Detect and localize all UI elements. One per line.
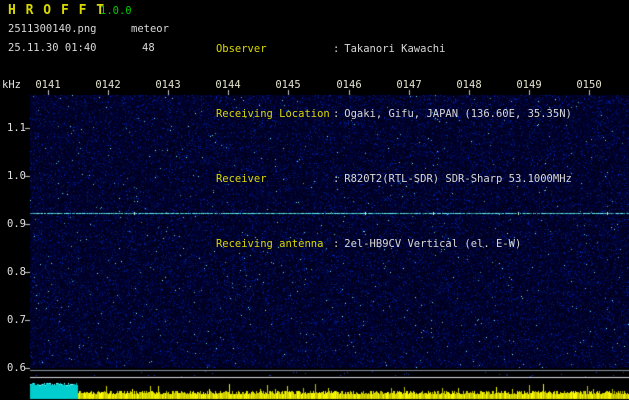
freq-label: 0.9 (7, 218, 26, 230)
hrofft-screen: H R O F F T 1.0.0 2511300140.png meteor … (0, 0, 629, 400)
output-filename: 2511300140.png (8, 23, 97, 35)
info-row-antenna: Receiving antenna:2el-HB9CV Vertical (el… (178, 225, 572, 264)
station-info: Observer: Takanori Kawachi Receiving Loca… (178, 4, 572, 290)
time-label: 0150 (576, 79, 602, 91)
info-value: Ogaki, Gifu, JAPAN (136.60E, 35.35N) (344, 108, 572, 120)
time-label: 0144 (215, 79, 241, 91)
app-title: H R O F F T (8, 3, 106, 18)
info-label: Receiving Location (215, 108, 330, 120)
time-label: 0143 (155, 79, 181, 91)
y-axis-unit: kHz (2, 79, 21, 91)
info-row-observer: Observer: Takanori Kawachi (178, 30, 572, 69)
time-label: 0141 (35, 79, 61, 91)
mode-label: meteor (131, 23, 169, 35)
info-label: Receiver (215, 173, 267, 185)
info-separator: : (332, 108, 340, 120)
freq-label: 1.1 (7, 122, 26, 134)
info-separator: : (332, 43, 340, 55)
time-label: 0147 (396, 79, 422, 91)
freq-label: 0.8 (7, 266, 26, 278)
info-separator: : (332, 173, 340, 185)
freq-label: 1.0 (7, 170, 26, 182)
info-separator: : (332, 238, 340, 250)
info-label: Receiving antenna (215, 238, 324, 250)
info-value: Takanori Kawachi (344, 43, 446, 55)
time-label: 0142 (95, 79, 121, 91)
observation-datetime: 25.11.30 01:40 (8, 42, 97, 54)
info-value: R820T2(RTL-SDR) SDR-Sharp 53.1000MHz (344, 173, 572, 185)
info-row-location: Receiving Location: Ogaki, Gifu, JAPAN (1… (178, 95, 572, 134)
freq-label: 0.7 (7, 314, 26, 326)
time-label: 0146 (336, 79, 362, 91)
freq-label: 0.6 (7, 362, 26, 374)
app-version: 1.0.0 (100, 5, 132, 17)
info-value: 2el-HB9CV Vertical (el. E-W) (344, 238, 522, 250)
time-label: 0148 (456, 79, 482, 91)
time-label: 0149 (516, 79, 542, 91)
info-row-receiver: Receiver: R820T2(RTL-SDR) SDR-Sharp 53.10… (178, 160, 572, 199)
echo-count: 48 (142, 42, 155, 54)
info-label: Observer (215, 43, 267, 55)
time-label: 0145 (275, 79, 301, 91)
